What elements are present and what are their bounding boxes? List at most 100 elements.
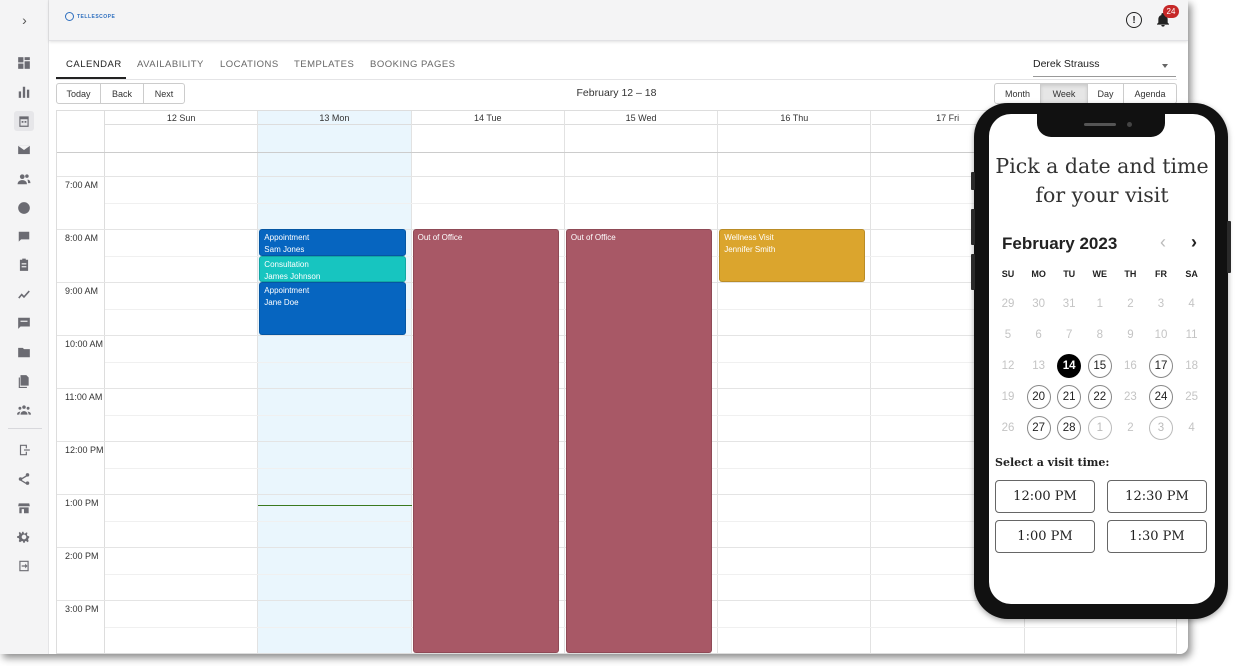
next-button[interactable]: Next <box>143 83 185 104</box>
date-cell: 18 <box>1185 360 1198 372</box>
date-cell: 1 <box>1096 298 1103 310</box>
date-cell[interactable]: 3 <box>1149 416 1173 440</box>
date-cell: 11 <box>1185 329 1198 341</box>
store-icon[interactable] <box>14 498 34 518</box>
day-header[interactable]: 12 Sun <box>105 111 258 125</box>
date-cell: 13 <box>1032 360 1045 372</box>
time-gutter <box>57 111 105 653</box>
day-header[interactable]: 14 Tue <box>411 111 564 125</box>
date-cell[interactable]: 28 <box>1057 416 1082 440</box>
time-slot-button[interactable]: 12:30 PM <box>1107 480 1207 513</box>
tab-availability[interactable]: AVAILABILITY <box>137 59 204 70</box>
tab-booking-pages[interactable]: BOOKING PAGES <box>370 59 456 70</box>
event-person: Jane Doe <box>264 298 299 307</box>
weekday-label: FR <box>1155 269 1167 279</box>
prev-month-chevron-icon[interactable]: ‹ <box>1160 232 1166 253</box>
mail-icon[interactable] <box>14 140 34 160</box>
weekday-label: SA <box>1185 269 1198 279</box>
next-month-chevron-icon[interactable]: › <box>1191 232 1197 253</box>
date-cell: 26 <box>1001 422 1015 434</box>
day-header[interactable]: 13 Mon <box>258 111 411 125</box>
notification-count-badge: 24 <box>1163 5 1179 18</box>
calendar-event[interactable]: Appointment Sam Jones <box>259 229 406 256</box>
dashboard-icon[interactable] <box>14 53 34 73</box>
phone-camera <box>1127 122 1132 127</box>
clock-icon[interactable] <box>14 198 34 218</box>
calendar-event[interactable]: Out of Office <box>412 229 559 653</box>
time-label: 2:00 PM <box>65 551 99 561</box>
top-bar: TELLESCOPE ! 24 <box>49 0 1188 41</box>
settings-icon[interactable] <box>14 527 34 547</box>
time-slot-button[interactable]: 12:00 PM <box>995 480 1095 513</box>
share-icon[interactable] <box>14 469 34 489</box>
phone-volume-down <box>971 254 975 290</box>
date-cell: 2 <box>1127 298 1134 310</box>
integration-icon[interactable] <box>14 440 34 460</box>
folder-icon[interactable] <box>14 342 34 362</box>
active-tab-indicator <box>56 77 126 79</box>
time-label: 12:00 PM <box>65 445 104 455</box>
calendar-icon[interactable] <box>14 111 34 131</box>
date-cell[interactable]: 14 <box>1057 354 1082 378</box>
user-select[interactable]: Derek Strauss <box>1033 56 1176 77</box>
date-cell[interactable]: 15 <box>1087 354 1112 378</box>
view-agenda-button[interactable]: Agenda <box>1123 83 1177 104</box>
event-title: Appointment <box>264 233 310 242</box>
event-person: Jennifer Smith <box>724 245 776 254</box>
bar-chart-icon[interactable] <box>14 82 34 102</box>
time-label: 9:00 AM <box>65 286 99 296</box>
event-person: James Johnson <box>264 271 321 281</box>
groups-icon[interactable] <box>14 400 34 420</box>
booking-month-label: February 2023 <box>1002 234 1118 253</box>
event-title: Appointment <box>264 286 310 295</box>
chat-icon[interactable] <box>14 227 34 247</box>
people-icon[interactable] <box>14 169 34 189</box>
view-month-button[interactable]: Month <box>994 83 1041 104</box>
logout-icon[interactable] <box>14 556 34 576</box>
tab-calendar[interactable]: CALENDAR <box>66 59 122 70</box>
date-cell: 25 <box>1185 391 1198 403</box>
tab-locations[interactable]: LOCATIONS <box>220 59 279 70</box>
alert-icon[interactable]: ! <box>1126 12 1142 28</box>
date-cell[interactable]: 22 <box>1087 385 1112 409</box>
clipboard-icon[interactable] <box>14 255 34 275</box>
date-cell: 19 <box>1001 391 1015 403</box>
message-icon[interactable] <box>14 313 34 333</box>
expand-sidebar-button[interactable]: › <box>0 0 49 40</box>
date-cell[interactable]: 24 <box>1149 385 1173 409</box>
date-cell[interactable]: 27 <box>1026 416 1051 440</box>
date-cell[interactable]: 20 <box>1026 385 1051 409</box>
calendar-event[interactable]: Wellness Visit Jennifer Smith <box>719 229 866 282</box>
today-button[interactable]: Today <box>56 83 101 104</box>
day-header[interactable]: 15 Wed <box>564 111 718 125</box>
date-cell[interactable]: 17 <box>1149 354 1173 378</box>
time-label: 8:00 AM <box>65 233 99 243</box>
logo-mark-icon <box>65 12 74 21</box>
tab-templates[interactable]: TEMPLATES <box>294 59 354 70</box>
view-week-button[interactable]: Week <box>1040 83 1088 104</box>
time-slot-button[interactable]: 1:00 PM <box>995 520 1095 553</box>
calendar-event[interactable]: Out of Office <box>565 229 713 653</box>
calendar-event[interactable]: Appointment Jane Doe <box>259 282 406 335</box>
files-icon[interactable] <box>14 371 34 391</box>
time-slot-button[interactable]: 1:30 PM <box>1107 520 1207 553</box>
event-person: Sam Jones <box>264 245 305 254</box>
calendar-tabs: CALENDAR AVAILABILITY LOCATIONS TEMPLATE… <box>56 48 1177 80</box>
back-button[interactable]: Back <box>100 83 144 104</box>
visit-time-prompt: Select a visit time: <box>995 456 1110 469</box>
date-cell[interactable]: 1 <box>1087 416 1112 440</box>
day-header[interactable]: 16 Thu <box>718 111 871 125</box>
tellescope-logo[interactable]: TELLESCOPE <box>65 12 115 21</box>
view-day-button[interactable]: Day <box>1087 83 1124 104</box>
weekday-label: SU <box>1001 269 1015 279</box>
date-cell: 2 <box>1127 422 1134 434</box>
time-label: 1:00 PM <box>65 498 99 508</box>
date-cell: 30 <box>1032 298 1045 310</box>
calendar-event[interactable]: Consultation James Johnson <box>259 255 406 282</box>
date-cell[interactable]: 21 <box>1057 385 1082 409</box>
phone-power-button <box>1227 221 1231 273</box>
trend-icon[interactable] <box>14 284 34 304</box>
current-time-indicator <box>258 504 412 506</box>
weekday-label: MO <box>1031 269 1046 279</box>
phone-mockup: Pick a date and time for your visit Febr… <box>971 103 1231 619</box>
